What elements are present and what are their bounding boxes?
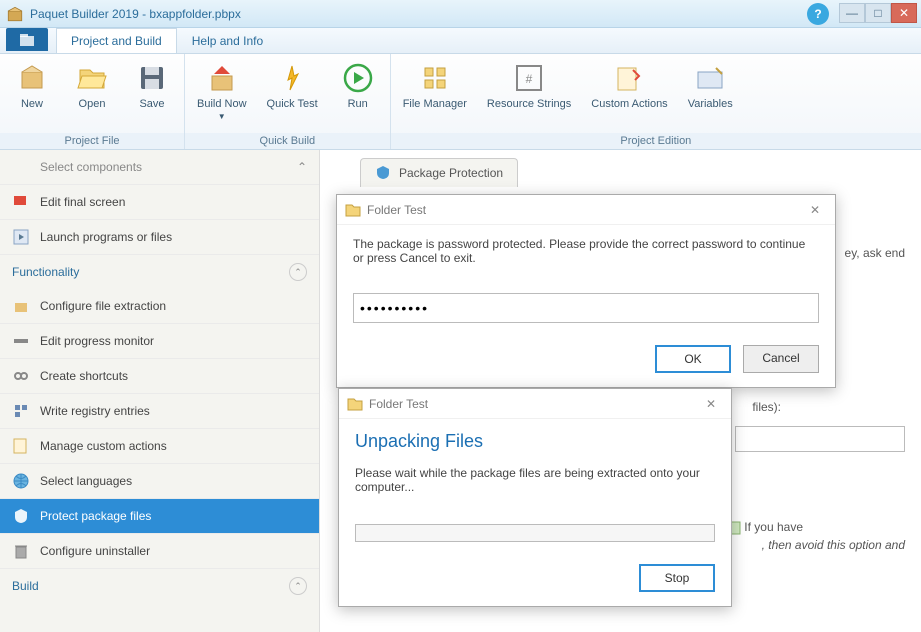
new-button[interactable]: New	[2, 58, 62, 129]
minimize-button[interactable]: —	[839, 3, 865, 23]
sidebar-item-languages[interactable]: Select languages	[0, 464, 319, 499]
group-project-file: New Open Save Project File	[0, 54, 185, 149]
dialog-title: Folder Test	[369, 397, 699, 411]
dialog-titlebar: Folder Test ✕	[337, 195, 835, 225]
sidebar-item-progress[interactable]: Edit progress monitor	[0, 324, 319, 359]
window-controls: — □ ✕	[839, 3, 917, 23]
svg-text:#: #	[526, 72, 533, 86]
progress-bar	[355, 524, 715, 542]
bg-text: ey, ask end	[845, 246, 905, 260]
file-manager-button[interactable]: File Manager	[393, 58, 477, 129]
run-button[interactable]: Run	[328, 58, 388, 129]
password-input[interactable]	[353, 293, 819, 323]
quick-test-button[interactable]: Quick Test	[257, 58, 328, 129]
group-quick-build: Build Now▼ Quick Test Run Quick Build	[185, 54, 391, 149]
tab-project-build[interactable]: Project and Build	[56, 28, 177, 53]
variables-button[interactable]: Variables	[678, 58, 743, 129]
dialog-heading: Unpacking Files	[355, 431, 715, 452]
ribbon: New Open Save Project File Build Now▼ Qu…	[0, 54, 921, 150]
dropdown-icon: ▼	[218, 112, 226, 121]
open-button[interactable]: Open	[62, 58, 122, 129]
sidebar-item-launch[interactable]: Launch programs or files	[0, 220, 319, 255]
sidebar-item-custom-actions[interactable]: Manage custom actions	[0, 429, 319, 464]
sidebar: Select components ⌃ Edit final screen La…	[0, 150, 320, 632]
chevron-up-icon: ⌃	[297, 160, 307, 174]
tab-help-info[interactable]: Help and Info	[177, 28, 278, 53]
sidebar-cat-functionality[interactable]: Functionality⌃	[0, 255, 319, 289]
folder-icon	[347, 396, 363, 412]
shield-icon	[375, 165, 391, 181]
sidebar-item-registry[interactable]: Write registry entries	[0, 394, 319, 429]
cancel-button[interactable]: Cancel	[743, 345, 819, 373]
tab-package-protection[interactable]: Package Protection	[360, 158, 518, 187]
title-bar: Paquet Builder 2019 - bxappfolder.pbpx ?…	[0, 0, 921, 28]
app-icon	[6, 5, 24, 23]
bg-text: files):	[752, 400, 781, 414]
folder-icon	[345, 202, 361, 218]
build-now-button[interactable]: Build Now▼	[187, 58, 257, 129]
dialog-unpacking: Folder Test ✕ Unpacking Files Please wai…	[338, 388, 732, 607]
file-tab[interactable]	[6, 28, 48, 51]
dialog-titlebar: Folder Test ✕	[339, 389, 731, 419]
sidebar-cat-build[interactable]: Build⌃	[0, 569, 319, 603]
dialog-password: Folder Test ✕ The package is password pr…	[336, 194, 836, 388]
close-button[interactable]: ✕	[891, 3, 917, 23]
window-title: Paquet Builder 2019 - bxappfolder.pbpx	[30, 7, 915, 21]
ribbon-tabs: Project and Build Help and Info	[0, 28, 921, 54]
sidebar-item-protect[interactable]: Protect package files	[0, 499, 319, 534]
group-label: Project File	[0, 133, 184, 149]
group-label: Quick Build	[185, 133, 390, 149]
help-button[interactable]: ?	[807, 3, 829, 25]
custom-actions-button[interactable]: Custom Actions	[581, 58, 677, 129]
close-icon[interactable]: ✕	[699, 394, 723, 414]
resource-strings-button[interactable]: #Resource Strings	[477, 58, 581, 129]
dialog-message: Please wait while the package files are …	[355, 466, 715, 494]
group-label: Project Edition	[391, 133, 921, 149]
close-icon[interactable]: ✕	[803, 200, 827, 220]
chevron-up-icon: ⌃	[289, 577, 307, 595]
dialog-message: The package is password protected. Pleas…	[353, 237, 819, 265]
save-button[interactable]: Save	[122, 58, 182, 129]
group-project-edition: File Manager #Resource Strings Custom Ac…	[391, 54, 921, 149]
input-field[interactable]	[735, 426, 905, 452]
stop-button[interactable]: Stop	[639, 564, 715, 592]
sidebar-item-uninstaller[interactable]: Configure uninstaller	[0, 534, 319, 569]
ok-button[interactable]: OK	[655, 345, 731, 373]
chevron-up-icon: ⌃	[289, 263, 307, 281]
dialog-title: Folder Test	[367, 203, 803, 217]
sidebar-item-file-extraction[interactable]: Configure file extraction	[0, 289, 319, 324]
maximize-button[interactable]: □	[865, 3, 891, 23]
sidebar-item-shortcuts[interactable]: Create shortcuts	[0, 359, 319, 394]
sidebar-item-edit-final[interactable]: Edit final screen	[0, 185, 319, 220]
sidebar-item-select-components[interactable]: Select components ⌃	[0, 150, 319, 185]
bg-text: , then avoid this option and	[762, 538, 905, 552]
